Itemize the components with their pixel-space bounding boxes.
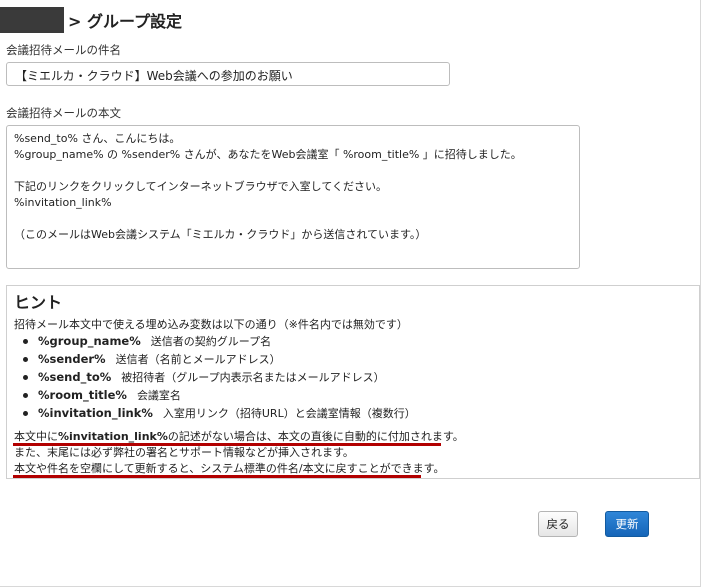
body-line: %group_name% の %sender% さんが、あなたをWeb会議室「 … [14,148,522,161]
body-line: （このメールはWeb会議システム「ミエルカ・クラウド」から送信されています。） [14,228,427,241]
bullet-icon [23,374,28,380]
redacted-block [0,7,64,33]
variable-name: %room_title% [38,388,127,402]
variable-desc: 入室用リンク（招待URL）と会議室情報（複数行） [162,407,416,420]
variable-name: %sender% [38,352,106,366]
page-title: > グループ設定 [68,12,183,31]
note-signature: また、末尾には必ず弊社の署名とサポート情報などが挿入されます。 [14,446,354,459]
bullet-icon [23,410,28,416]
note-suffix: の記述がない場合は、本文の直後に自動的に付加されます。 [167,430,464,443]
bullet-icon [23,356,28,362]
subject-input[interactable]: 【ミエルカ・クラウド】Web会議への参加のお願い [6,62,450,86]
hint-title: ヒント [14,293,63,312]
update-button[interactable]: 更新 [605,511,649,537]
bullet-icon [23,392,28,398]
list-item: %sender% 送信者（名前とメールアドレス） [23,350,416,368]
note-auto-append: 本文中に%invitation_link%の記述がない場合は、本文の直後に自動的… [14,428,464,444]
hint-panel: ヒント 招待メール本文中で使える埋め込み変数は以下の通り（※件名内では無効です）… [6,285,700,479]
variable-name: %invitation_link% [38,406,153,420]
note-prefix: 本文中に [14,430,58,443]
variable-name: %send_to% [38,370,112,384]
variable-desc: 送信者（名前とメールアドレス） [115,353,281,366]
subject-label: 会議招待メールの件名 [6,43,121,57]
variable-desc: 被招待者（グループ内表示名またはメールアドレス） [121,371,385,384]
body-line: %send_to% さん、こんにちは。 [14,132,181,145]
list-item: %room_title% 会議室名 [23,386,416,404]
variable-desc: 送信者の契約グループ名 [150,335,272,348]
note-reset: 本文や件名を空欄にして更新すると、システム標準の件名/本文に戻すことができます。 [14,462,445,475]
header: > グループ設定 [0,6,182,34]
list-item: %invitation_link% 入室用リンク（招待URL）と会議室情報（複数… [23,404,416,422]
list-item: %send_to% 被招待者（グループ内表示名またはメールアドレス） [23,368,416,386]
note-variable: %invitation_link% [58,430,168,443]
body-line [14,163,572,179]
body-textarea[interactable]: %send_to% さん、こんにちは。 %group_name% の %send… [6,125,580,269]
variable-list: %group_name% 送信者の契約グループ名 %sender% 送信者（名前… [23,332,416,422]
red-underline [13,475,421,478]
body-label: 会議招待メールの本文 [6,106,121,120]
back-button[interactable]: 戻る [538,511,578,537]
hint-intro: 招待メール本文中で使える埋め込み変数は以下の通り（※件名内では無効です） [14,318,408,331]
body-line: 下記のリンクをクリックしてインターネットブラウザで入室してください。 [14,180,388,193]
body-line: %invitation_link% [14,196,112,209]
body-line [14,211,572,227]
bullet-icon [23,338,28,344]
list-item: %group_name% 送信者の契約グループ名 [23,332,416,350]
variable-desc: 会議室名 [136,389,181,402]
variable-name: %group_name% [38,334,141,348]
